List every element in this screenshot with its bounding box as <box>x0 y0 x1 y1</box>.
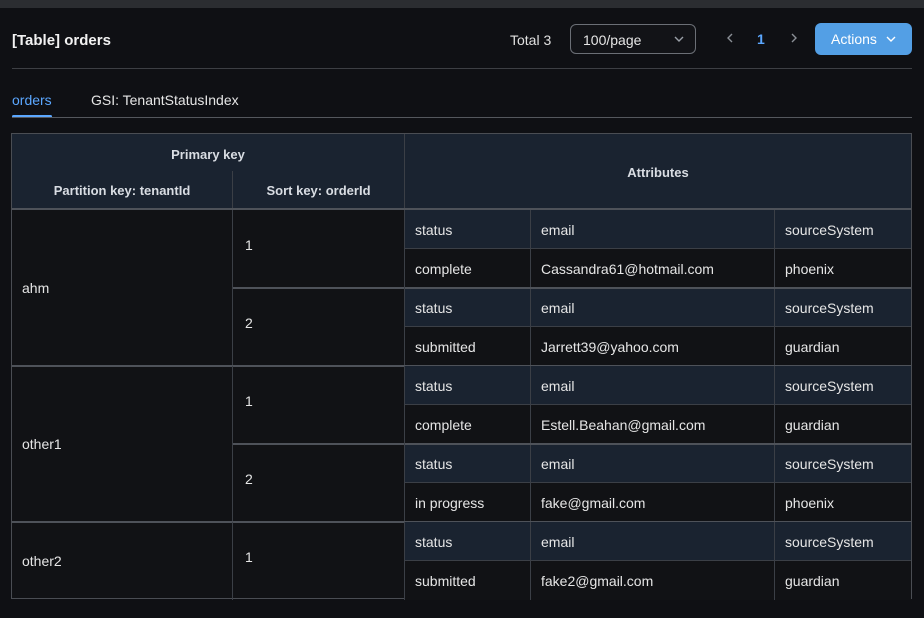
column-divider <box>404 134 405 210</box>
page-size-value: 100/page <box>583 32 642 48</box>
column-divider <box>232 522 233 600</box>
sort-key-cell[interactable]: 1 <box>245 393 253 409</box>
tab-label: orders <box>12 92 52 108</box>
attribute-value-cell[interactable]: Estell.Beahan@gmail.com <box>541 417 705 433</box>
attribute-value-cell[interactable]: Cassandra61@hotmail.com <box>541 261 714 277</box>
attribute-name-cell: email <box>541 300 575 316</box>
sort-key-header[interactable]: Sort key: orderId <box>233 183 404 198</box>
actions-label: Actions <box>831 31 877 47</box>
attribute-value-cell[interactable]: in progress <box>415 495 484 511</box>
row-divider <box>405 482 911 483</box>
column-divider <box>232 366 233 522</box>
sort-key-cell[interactable]: 1 <box>245 549 253 565</box>
attribute-name-cell: sourceSystem <box>785 456 874 472</box>
tab-gsi-tenant-status-index[interactable]: GSI: TenantStatusIndex <box>91 92 239 108</box>
sort-key-cell[interactable]: 1 <box>245 237 253 253</box>
column-divider <box>774 522 775 600</box>
attribute-value-cell[interactable]: complete <box>415 417 472 433</box>
page-size-select[interactable]: 100/page <box>570 24 696 54</box>
attribute-value-cell[interactable]: fake2@gmail.com <box>541 573 653 589</box>
row-divider <box>405 326 911 327</box>
attribute-name-cell: status <box>415 300 453 316</box>
column-divider <box>530 288 531 366</box>
total-count: Total 3 <box>510 32 552 48</box>
column-divider <box>404 366 405 522</box>
tab-orders[interactable]: orders <box>12 92 52 108</box>
row-divider <box>405 404 911 405</box>
attribute-name-cell: sourceSystem <box>785 378 874 394</box>
column-divider <box>404 522 405 600</box>
table-header-bar: [Table] orders Total 3 100/page 1 Action… <box>0 8 924 68</box>
column-divider <box>774 210 775 288</box>
attribute-name-cell: email <box>541 222 575 238</box>
tab-bar: orders GSI: TenantStatusIndex <box>12 92 912 119</box>
attribute-name-cell: status <box>415 378 453 394</box>
partition-key-cell[interactable]: other1 <box>22 436 62 452</box>
attribute-name-cell: status <box>415 456 453 472</box>
row-divider <box>405 560 911 561</box>
attribute-value-cell[interactable]: Jarrett39@yahoo.com <box>541 339 679 355</box>
item-separator <box>233 443 911 445</box>
sort-key-cell[interactable]: 2 <box>245 471 253 487</box>
divider <box>12 68 912 69</box>
column-divider <box>404 210 405 366</box>
attribute-name-cell: status <box>415 222 453 238</box>
attribute-value-cell[interactable]: fake@gmail.com <box>541 495 645 511</box>
item-separator <box>233 287 911 289</box>
column-divider <box>774 366 775 444</box>
chevron-right-icon[interactable] <box>786 28 802 48</box>
current-page-number[interactable]: 1 <box>757 31 765 47</box>
attribute-name-cell: email <box>541 456 575 472</box>
tab-bar-divider <box>12 117 912 118</box>
attribute-value-cell[interactable]: guardian <box>785 339 840 355</box>
attribute-name-cell: sourceSystem <box>785 300 874 316</box>
attribute-value-cell[interactable]: phoenix <box>785 261 834 277</box>
actions-button[interactable]: Actions <box>815 23 912 55</box>
partition-key-cell[interactable]: other2 <box>22 553 62 569</box>
attribute-value-cell[interactable]: submitted <box>415 339 476 355</box>
attribute-value-cell[interactable]: guardian <box>785 573 840 589</box>
column-divider <box>530 444 531 522</box>
attribute-name-cell: sourceSystem <box>785 222 874 238</box>
attribute-name-cell: email <box>541 378 575 394</box>
top-strip <box>0 0 924 8</box>
column-divider <box>530 366 531 444</box>
column-divider <box>530 210 531 288</box>
column-divider <box>774 444 775 522</box>
tab-label: GSI: TenantStatusIndex <box>91 92 239 108</box>
chevron-left-icon[interactable] <box>722 28 738 48</box>
attribute-value-cell[interactable]: submitted <box>415 573 476 589</box>
primary-key-header: Primary key <box>171 147 245 162</box>
partition-key-cell[interactable]: ahm <box>22 280 49 296</box>
attribute-value-cell[interactable]: complete <box>415 261 472 277</box>
chevron-down-icon <box>674 36 684 42</box>
attributes-header: Attributes <box>627 165 689 180</box>
sort-key-cell[interactable]: 2 <box>245 315 253 331</box>
table-head: Primary key Partition key: tenantId Sort… <box>12 134 911 210</box>
column-divider <box>530 522 531 600</box>
attribute-value-cell[interactable]: guardian <box>785 417 840 433</box>
column-divider <box>774 288 775 366</box>
partition-key-header[interactable]: Partition key: tenantId <box>12 183 232 198</box>
page-title: [Table] orders <box>12 32 111 49</box>
attribute-name-cell: status <box>415 534 453 550</box>
attribute-name-cell: email <box>541 534 575 550</box>
column-divider <box>232 210 233 366</box>
chevron-down-icon <box>886 36 896 42</box>
attribute-value-cell[interactable]: phoenix <box>785 495 834 511</box>
column-divider <box>232 171 233 210</box>
data-table: Primary key Partition key: tenantId Sort… <box>11 133 912 600</box>
attribute-name-cell: sourceSystem <box>785 534 874 550</box>
row-divider <box>405 248 911 249</box>
